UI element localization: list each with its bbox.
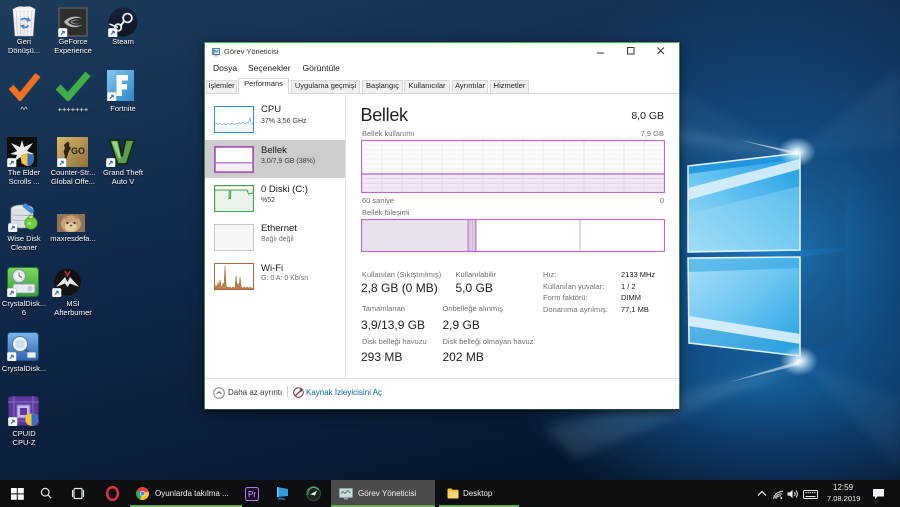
svg-text:Pr: Pr [248, 490, 256, 499]
svg-text:GO: GO [71, 146, 85, 156]
